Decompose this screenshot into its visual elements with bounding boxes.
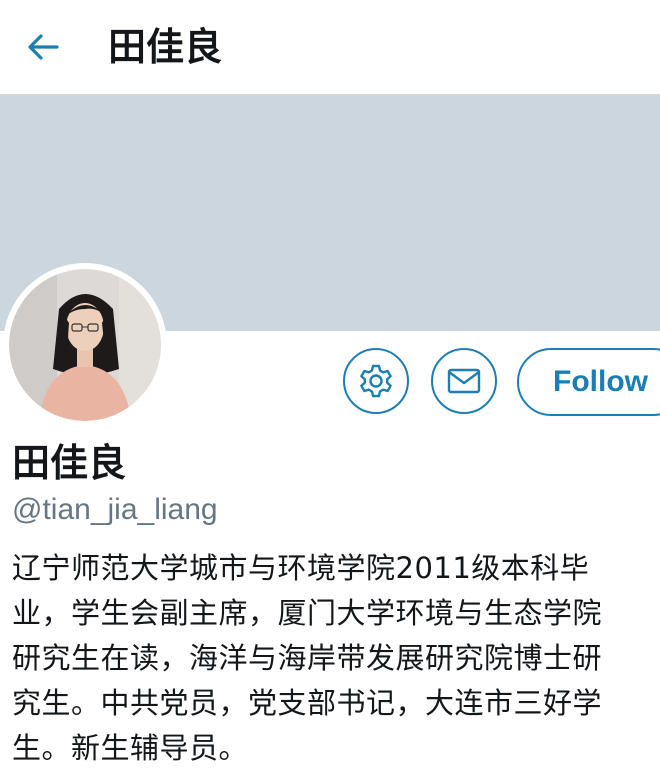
follow-button[interactable]: Follow — [517, 348, 660, 416]
back-button[interactable] — [18, 22, 68, 72]
settings-button[interactable] — [343, 348, 409, 414]
bio-line: 业，学生会副主席，厦门大学环境与生态学院 — [12, 596, 603, 630]
bio-line: 究生。中共党员，党支部书记，大连市三好学 — [12, 686, 603, 720]
page-title: 田佳良 — [108, 25, 223, 69]
profile-bio: 辽宁师范大学城市与环境学院2011级本科毕 业，学生会副主席，厦门大学环境与生态… — [12, 546, 660, 771]
display-name: 田佳良 — [12, 441, 127, 485]
bio-line: 研究生在读，海洋与海岸带发展研究院博士研 — [12, 641, 603, 675]
message-button[interactable] — [431, 348, 497, 414]
bio-line: 辽宁师范大学城市与环境学院2011级本科毕 — [12, 551, 590, 585]
gear-icon — [360, 364, 392, 398]
profile-photo — [9, 269, 161, 421]
user-handle: @tian_jia_liang — [12, 493, 218, 526]
profile-page: 田佳良 Follow 田佳良 @tian_jia_liang 辽宁师范大学城市与… — [0, 0, 660, 774]
top-bar: 田佳良 — [0, 0, 660, 95]
envelope-icon — [447, 368, 481, 394]
arrow-left-icon — [28, 34, 59, 60]
bio-line: 生。新生辅导员。 — [12, 731, 249, 765]
avatar[interactable] — [3, 263, 167, 427]
